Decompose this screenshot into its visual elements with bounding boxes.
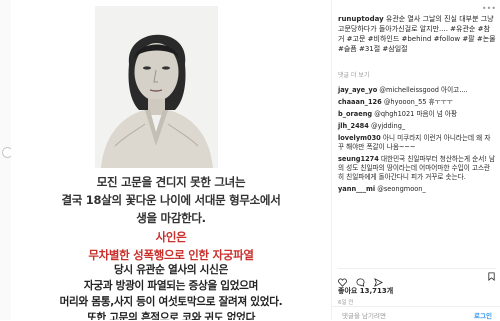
caption-line: 사인은 (155, 230, 187, 244)
comment-item: yann___mi @seongmoon_ (338, 185, 496, 194)
comment-user[interactable]: jay_aye_yo (338, 86, 377, 94)
view-more-comments[interactable]: 댓글 더 보기 (338, 70, 369, 79)
comment-item: chaaan_126 @hyooon_55 휴ㅜㅜㅜ (338, 98, 496, 107)
caption-block-3: 당시 유관순 열사의 시신은 자궁과 방광이 파열되는 증상을 입었으며 머리와… (11, 262, 331, 320)
comment-user[interactable]: jlh_2484 (338, 122, 369, 130)
add-comment-bar: 댓글을 남기려면 로그인 (332, 306, 500, 321)
comment-text: @michelleissgood 아이고.... (379, 86, 468, 94)
caption-line: 자궁과 방광이 파열되는 증상을 입었으며 (83, 280, 259, 292)
post-image: 모진 고문을 견디지 못한 그녀는 결국 18살의 꽃다운 나이에 서대문 형무… (11, 0, 331, 320)
more-options-icon[interactable]: ••• (482, 4, 496, 13)
post-sidebar: ••• runuptoday 유관순 열사 그날의 진실 대부분 그냥 고문당하… (331, 0, 500, 320)
caption-block-2: 사인은 무차별한 성폭행으로 인한 자궁파열 (11, 228, 331, 264)
caption-line: 결국 18살의 꽃다운 나이에 서대문 형무소에서 (61, 193, 281, 207)
comment-item: jlh_2484 @yjdding_ (338, 122, 496, 131)
add-comment-placeholder: 댓글을 남기려면 (342, 312, 386, 320)
bookmark-icon[interactable] (487, 272, 496, 281)
caption-line: 또한 고문의 흔적으로 코와 귀도 없었다 (86, 312, 256, 320)
action-bar (338, 268, 496, 287)
caption-line: 생을 마감한다. (136, 211, 206, 225)
portrait-image (95, 6, 218, 168)
caption-line: 머리와 몸통,사지 등이 여섯토막으로 잘려져 있었다. (59, 296, 283, 308)
comment-text: @hyooon_55 휴ㅜㅜㅜ (383, 98, 453, 106)
like-count[interactable]: 좋아요 13,713개 (338, 286, 393, 296)
comment-text: @yjdding_ (370, 122, 406, 130)
comment-list: jay_aye_yo @michelleissgood 아이고.... chaa… (338, 86, 496, 197)
comment-text: @seongmoon_ (377, 185, 426, 193)
comment-item: lovelym030 아니 미쿠라지 이런거 아니라는데 왜 자꾸 해야만 폭갈… (338, 134, 496, 152)
comment-item: jay_aye_yo @michelleissgood 아이고.... (338, 86, 496, 95)
comment-user[interactable]: yann___mi (338, 185, 375, 193)
comment-item: seung1274 대한민국 친일파부터 청산하는게 순서! 남의 성도 친일파… (338, 155, 496, 182)
comment-user[interactable]: lovelym030 (338, 134, 381, 142)
comment-user[interactable]: chaaan_126 (338, 98, 382, 106)
post-username[interactable]: runuptoday (338, 15, 384, 23)
caption-line: 당시 유관순 열사의 시신은 (113, 264, 229, 276)
comment-item: b_oraeng @qhgh1021 마음이 넘 아팡 (338, 110, 496, 119)
post-caption: runuptoday 유관순 열사 그날의 진실 대부분 그냥 고문당하다가 돌… (338, 14, 496, 54)
caption-line: 모진 고문을 견디지 못한 그녀는 (96, 175, 246, 189)
login-link[interactable]: 로그인 (474, 310, 492, 320)
comment-user[interactable]: b_oraeng (338, 110, 372, 118)
post-viewer: 모진 고문을 견디지 못한 그녀는 결국 18살의 꽃다운 나이에 서대문 형무… (0, 0, 500, 320)
comment-text: @qhgh1021 마음이 넘 아팡 (374, 110, 458, 118)
post-date: 6일 전 (338, 300, 354, 306)
comment-user[interactable]: seung1274 (338, 155, 379, 163)
caption-block-1: 모진 고문을 견디지 못한 그녀는 결국 18살의 꽃다운 나이에 서대문 형무… (11, 173, 331, 227)
